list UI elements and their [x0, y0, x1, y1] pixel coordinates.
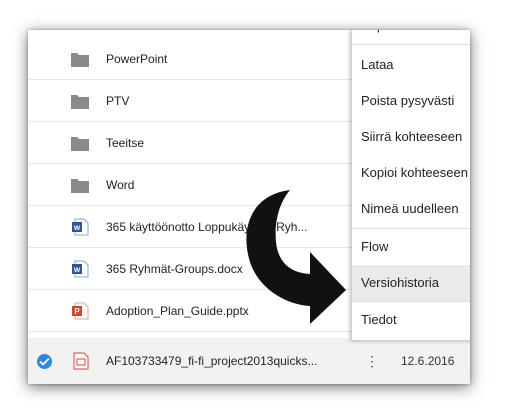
menu-item-download[interactable]: Lataa	[352, 47, 470, 83]
menu-divider	[352, 44, 470, 45]
menu-item-details[interactable]: Tiedot	[352, 302, 470, 338]
file-name: PTV	[106, 94, 130, 108]
file-name: Teeitse	[106, 136, 145, 150]
file-name: 365 Ryhmät-Groups.docx	[106, 262, 243, 276]
menu-item-delete-permanently[interactable]: Poista pysyvästi	[352, 83, 470, 119]
context-menu: Kopioi linkki Lataa Poista pysyvästi Sii…	[351, 30, 470, 340]
word-doc-icon: w	[72, 218, 89, 236]
onedrive-file-list-window: PowerPoint PTV Teeitse Word w 365 käyttö…	[28, 30, 470, 384]
folder-icon	[71, 179, 89, 193]
menu-item-copy-to[interactable]: Kopioi kohteeseen	[352, 155, 470, 191]
file-name: Word	[106, 178, 135, 192]
folder-icon	[71, 53, 89, 67]
word-doc-icon: w	[72, 260, 89, 278]
folder-icon	[71, 95, 89, 109]
file-name: AF103733479_fi-fi_project2013quicks...	[106, 354, 318, 368]
file-name: Adoption_Plan_Guide.pptx	[106, 304, 249, 318]
svg-text:w: w	[73, 265, 81, 274]
menu-item-flow[interactable]: Flow	[352, 229, 470, 265]
powerpoint-doc-icon: P	[72, 302, 89, 320]
menu-item-copy-link[interactable]: Kopioi linkki	[352, 30, 470, 44]
svg-text:P: P	[74, 307, 80, 316]
svg-text:w: w	[73, 223, 81, 232]
folder-icon	[71, 137, 89, 151]
more-options-icon[interactable]: ⋮	[365, 338, 379, 384]
checkmark-icon[interactable]	[37, 354, 52, 369]
menu-item-rename[interactable]: Nimeä uudelleen	[352, 191, 470, 227]
file-name: PowerPoint	[106, 52, 168, 66]
file-name: 365 käyttöönotto Loppukäyttäjä Ryh...	[106, 220, 308, 234]
menu-item-move-to[interactable]: Siirrä kohteeseen	[352, 119, 470, 155]
modified-date: 12.6.2016	[401, 354, 455, 368]
powerpoint-doc-icon	[73, 352, 89, 370]
selected-list-item[interactable]: AF103733479_fi-fi_project2013quicks... ⋮…	[28, 338, 470, 384]
menu-item-version-history[interactable]: Versiohistoria	[352, 265, 470, 301]
